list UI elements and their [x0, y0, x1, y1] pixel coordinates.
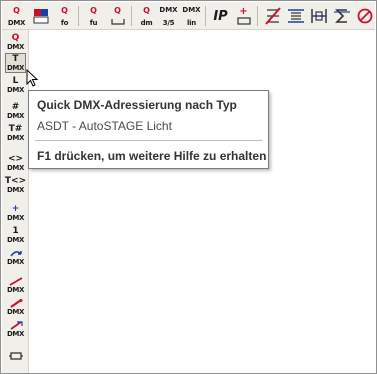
- dmx-tool-button[interactable]: DMX: [5, 319, 26, 339]
- strike-icon: [9, 276, 22, 286]
- quick-dmx-button[interactable]: Q DMX: [5, 5, 28, 27]
- add-device-button[interactable]: +: [232, 5, 255, 27]
- sum-icon: [333, 9, 350, 23]
- distribute-tool-button[interactable]: [307, 5, 330, 27]
- dmx-one-button[interactable]: 1 DMX: [5, 225, 26, 245]
- strike-tool-button[interactable]: [261, 5, 284, 27]
- dmx-refresh-button[interactable]: DMX: [5, 247, 26, 267]
- toolbar-separator: [257, 6, 258, 26]
- dmx-type-number-button[interactable]: T# DMX: [5, 123, 26, 143]
- strike-icon: [264, 7, 281, 25]
- tooltip-help-hint: F1 drücken, um weitere Hilfe zu erhalten: [37, 149, 267, 163]
- dmx-lin-button[interactable]: DMX lin: [180, 5, 203, 27]
- dmx-number-button[interactable]: # DMX: [5, 101, 26, 121]
- left-toolbar: Q DMX T DMX L DMX # DMX T# DMX <> DMX T<…: [2, 30, 29, 373]
- distribute-icon: [310, 9, 327, 23]
- bracket-icon: [110, 19, 125, 25]
- device-icon: [236, 17, 251, 25]
- quick-fo-button[interactable]: Q fo: [53, 5, 76, 27]
- dmx-pen-button[interactable]: DMX: [5, 297, 26, 317]
- sum-tool-button[interactable]: [330, 5, 353, 27]
- no-entry-tool-button[interactable]: [353, 5, 376, 27]
- quick-frame-button[interactable]: Q: [106, 5, 129, 27]
- mouse-cursor-icon: [26, 69, 39, 87]
- tooltip: Quick DMX-Adressierung nach Typ ASDT - A…: [28, 90, 269, 169]
- window-frame: Q DMX Q fo Q fu Q Q dm DMX 3/5 DMX lin I…: [0, 0, 377, 374]
- dmx-3-5-button[interactable]: DMX 3/5: [157, 5, 180, 27]
- quick-dmx-side-button[interactable]: Q DMX: [5, 32, 26, 52]
- top-toolbar: Q DMX Q fo Q fu Q Q dm DMX 3/5 DMX lin I…: [2, 2, 375, 30]
- color-dmx-button[interactable]: [29, 5, 52, 27]
- quick-dm-button[interactable]: Q dm: [135, 5, 158, 27]
- toolbar-separator: [131, 6, 132, 26]
- dmx-swap-button[interactable]: <> DMX: [5, 153, 26, 173]
- dmx-strike-button[interactable]: DMX: [5, 275, 26, 295]
- tooltip-divider: [35, 140, 262, 141]
- no-entry-icon: [357, 8, 372, 24]
- dmx-add-button[interactable]: + DMX: [5, 203, 26, 223]
- align-tool-button[interactable]: [284, 5, 307, 27]
- quick-fu-button[interactable]: Q fu: [82, 5, 105, 27]
- toolbar-separator: [78, 6, 79, 26]
- dmx-l-button[interactable]: L DMX: [5, 75, 26, 95]
- tooltip-subtitle: ASDT - AutoSTAGE Licht: [37, 119, 172, 133]
- refresh-arrow-icon: [9, 250, 22, 256]
- dmx-type-swap-button[interactable]: T<> DMX: [5, 175, 26, 195]
- color-grid-icon: [33, 9, 48, 24]
- device-frame-button[interactable]: [5, 346, 26, 366]
- tooltip-title: Quick DMX-Adressierung nach Typ: [37, 98, 237, 112]
- ip-button[interactable]: IP: [209, 5, 232, 27]
- toolbar-separator: [205, 6, 206, 26]
- tool-icon: [9, 320, 23, 330]
- pen-icon: [9, 298, 22, 308]
- quick-dmx-by-type-button[interactable]: T DMX: [5, 53, 26, 73]
- align-icon: [287, 9, 304, 23]
- device-frame-icon: [8, 352, 23, 360]
